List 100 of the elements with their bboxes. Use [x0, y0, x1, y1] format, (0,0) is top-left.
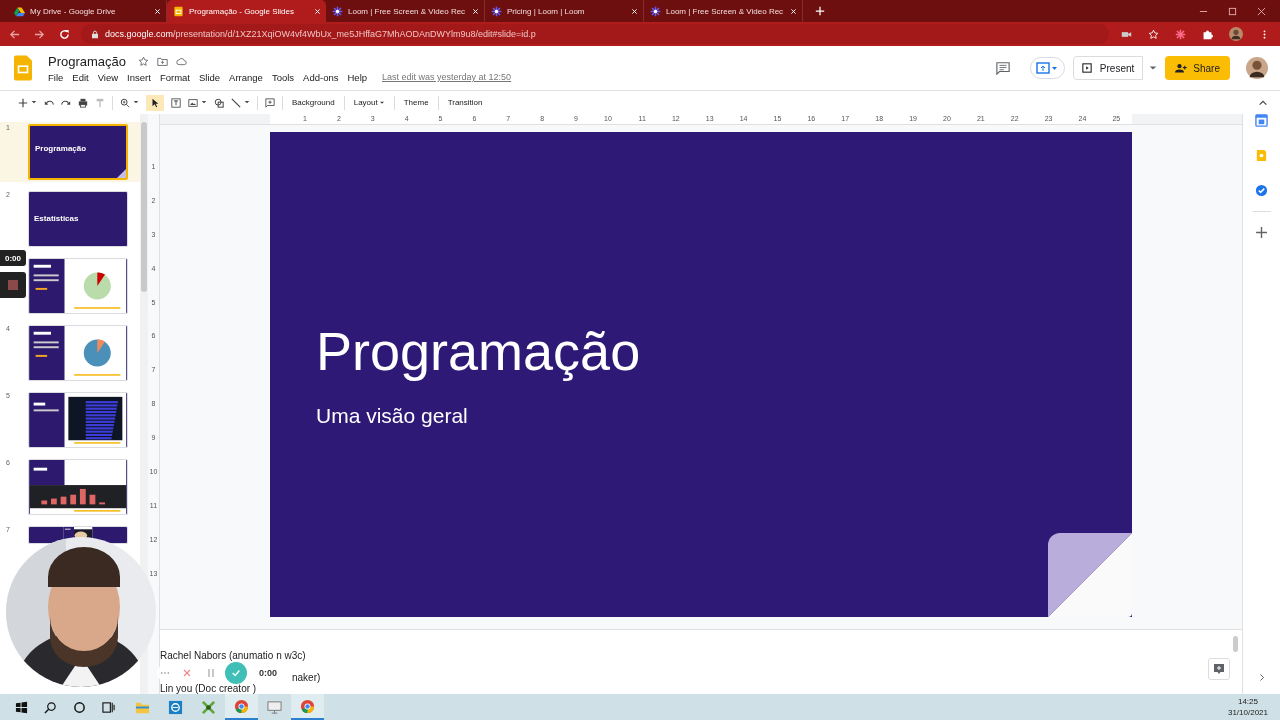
menu-item[interactable]: Arrange	[229, 71, 263, 83]
maximize-icon[interactable]	[1228, 7, 1237, 16]
comment-icon[interactable]	[995, 61, 1010, 75]
pause-icon	[206, 668, 216, 678]
tab-title: My Drive - Google Drive	[30, 6, 116, 16]
menu-item[interactable]: Help	[347, 71, 368, 83]
puzzle-icon[interactable]	[1202, 28, 1213, 40]
starburst-icon[interactable]	[1175, 28, 1186, 40]
starburst-icon	[650, 5, 661, 17]
tasks-icon[interactable]	[1255, 184, 1268, 197]
cortana-icon[interactable]	[73, 700, 86, 714]
recording-timer: 0:00	[0, 250, 26, 266]
taskbar-app[interactable]	[291, 694, 324, 720]
present-button[interactable]: Present	[1072, 56, 1144, 80]
zoom-icon[interactable]	[120, 97, 130, 108]
chrome-icon	[234, 698, 249, 714]
start-icon[interactable]	[15, 700, 28, 714]
browser-tab[interactable]: Programação - Google Slides	[167, 0, 326, 22]
calendar-icon[interactable]	[1255, 114, 1268, 127]
address-field[interactable]: docs.google.com/presentation/d/1XZ21XqiOW4vf4WbUx_me5JHffaG7MhAODAnDWYlm9u8/edit#slide=id.p	[81, 24, 1109, 44]
share-button[interactable]: Share	[1165, 56, 1230, 80]
comment-plus-icon	[1213, 663, 1225, 675]
document-title[interactable]: Programação	[48, 53, 127, 69]
forward-icon[interactable]	[34, 28, 45, 40]
lock-icon	[91, 29, 99, 39]
slide-thumbnail[interactable]: Programação	[28, 124, 128, 180]
plus-icon[interactable]	[1255, 226, 1268, 239]
thumbnail-title: Programação	[35, 144, 87, 153]
slide-title[interactable]: Programação	[316, 320, 1132, 382]
caret-icon[interactable]	[31, 100, 37, 105]
menu-item[interactable]: Format	[159, 71, 190, 83]
slide-thumbnail[interactable]	[28, 258, 128, 314]
speaker-note: naker)	[292, 672, 321, 684]
slide-thumbnail[interactable]: Estatísticas	[28, 191, 128, 247]
toolbar-button[interactable]: Transition	[445, 98, 485, 107]
scrollbar[interactable]	[141, 122, 147, 292]
page-curl-icon	[117, 169, 126, 178]
menu-item[interactable]: Add-ons	[303, 71, 339, 83]
starburst-icon	[491, 5, 502, 17]
toolbar-button[interactable]: Theme	[401, 98, 431, 107]
menu-item[interactable]: Tools	[271, 71, 295, 83]
reload-icon[interactable]	[59, 28, 70, 40]
print-icon[interactable]	[78, 97, 88, 108]
monitor-icon	[267, 699, 282, 715]
last-edit-link[interactable]: Last edit was yesterday at 12:50	[382, 72, 512, 82]
search-icon[interactable]	[44, 700, 57, 714]
speaker-note: Lin you (Doc creator )	[160, 684, 257, 694]
clock-date[interactable]: 31/10/2021	[1227, 708, 1268, 717]
back-icon[interactable]	[9, 28, 20, 40]
tab-title: Pricing | Loom | Loom	[507, 6, 585, 16]
speaker-note: Rachel Nabors (anumatio n w3c)	[160, 650, 306, 662]
shapes-icon[interactable]	[214, 97, 224, 108]
select-tool-button[interactable]	[146, 94, 164, 111]
caret-icon[interactable]	[133, 100, 139, 105]
toolbar-button[interactable]: Layout	[351, 98, 387, 107]
stop-button[interactable]	[0, 272, 26, 298]
scrollbar[interactable]	[1233, 636, 1238, 652]
slide-thumbnail[interactable]	[28, 392, 128, 448]
taskbar-app[interactable]	[225, 694, 258, 720]
caret-icon[interactable]	[1149, 65, 1158, 71]
text-box-icon[interactable]	[171, 97, 181, 108]
image-icon[interactable]	[188, 97, 198, 108]
menu-item[interactable]: Edit	[72, 71, 89, 83]
comment-add-icon[interactable]	[265, 97, 275, 108]
caret-icon[interactable]	[201, 100, 207, 105]
play-icon	[1081, 63, 1092, 73]
pointer-icon	[150, 97, 160, 108]
thumbnail-title: Estatísticas	[34, 214, 79, 223]
close-icon	[182, 668, 192, 678]
tab-title: Loom | Free Screen & Video Rec	[666, 6, 784, 16]
caret-icon[interactable]	[244, 100, 250, 105]
slide-subtitle[interactable]: Uma visão geral	[316, 404, 1132, 428]
task-view-icon[interactable]	[102, 700, 115, 714]
menu-item[interactable]: Insert	[127, 71, 151, 83]
plus-icon[interactable]	[18, 97, 28, 108]
menu-item[interactable]: File	[48, 71, 64, 83]
app-icon	[168, 699, 183, 715]
menu-item[interactable]: Slide	[198, 71, 221, 83]
folder-icon[interactable]	[157, 55, 169, 67]
menu-item[interactable]: View	[97, 71, 119, 83]
drive-icon	[14, 5, 25, 17]
toolbar-button[interactable]: Background	[290, 98, 337, 107]
close-icon[interactable]	[1257, 7, 1266, 16]
tab-title: Programação - Google Slides	[189, 6, 294, 16]
slide-canvas[interactable]: Programação Uma visão geral	[270, 132, 1132, 617]
expand-icon[interactable]	[1258, 673, 1265, 682]
slides-icon	[173, 5, 184, 17]
cross-icon	[201, 699, 216, 715]
line-icon[interactable]	[231, 97, 241, 108]
explore-button[interactable]	[1208, 658, 1230, 680]
slide-thumbnail[interactable]	[28, 459, 128, 515]
avatar-icon[interactable]	[1246, 57, 1268, 79]
chrome-icon	[300, 698, 315, 714]
slide-thumbnail[interactable]	[28, 325, 128, 381]
clock-time[interactable]: 14:25	[1237, 697, 1258, 706]
starburst-icon	[332, 5, 343, 17]
add-slide-button[interactable]	[1029, 57, 1065, 79]
new-tab-icon[interactable]	[815, 6, 825, 16]
star-icon[interactable]	[138, 55, 150, 67]
cloud-icon[interactable]	[176, 55, 188, 67]
